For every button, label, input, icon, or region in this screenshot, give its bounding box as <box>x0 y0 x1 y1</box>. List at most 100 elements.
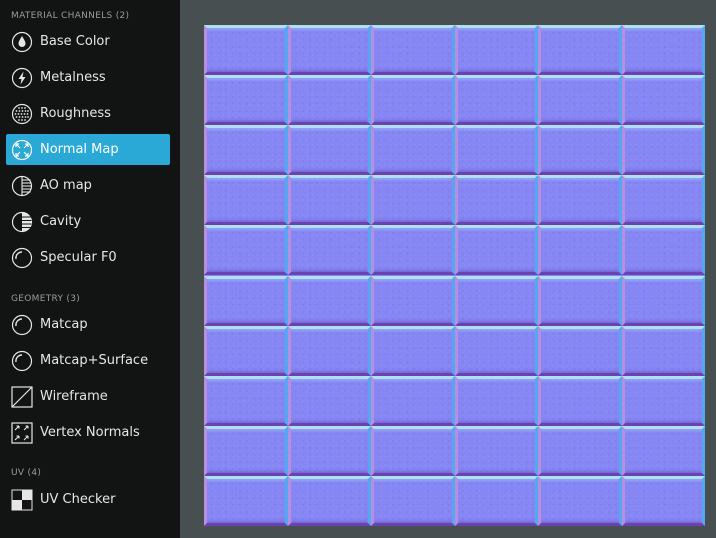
texture-tile <box>454 275 538 326</box>
texture-tile <box>371 175 455 226</box>
sidebar-item-label: Cavity <box>40 214 82 229</box>
sidebar-item-label: Base Color <box>40 34 110 49</box>
texture-tile <box>371 225 455 276</box>
texture-tile <box>287 225 371 276</box>
texture-tile <box>204 325 288 376</box>
texture-tile <box>287 475 371 526</box>
sidebar-item-label: Vertex Normals <box>40 425 140 440</box>
ao-sphere-icon <box>10 174 34 198</box>
texture-tile <box>538 425 622 476</box>
texture-tile <box>371 125 455 176</box>
texture-tile <box>621 75 705 126</box>
texture-tile <box>621 25 705 76</box>
texture-tile <box>454 325 538 376</box>
texture-tile <box>621 125 705 176</box>
sidebar-item-specular-f0[interactable]: Specular F0 <box>6 242 170 273</box>
texture-tile <box>454 225 538 276</box>
texture-tile <box>204 275 288 326</box>
sidebar-item-label: Wireframe <box>40 389 108 404</box>
texture-tile <box>204 475 288 526</box>
texture-tile <box>454 425 538 476</box>
texture-tile <box>371 275 455 326</box>
texture-tile <box>454 175 538 226</box>
cavity-sphere-icon <box>10 210 34 234</box>
matcap-sphere-icon <box>10 313 34 337</box>
texture-tile <box>454 125 538 176</box>
sidebar-item-label: Specular F0 <box>40 250 117 265</box>
texture-tile <box>538 375 622 426</box>
texture-tile <box>204 175 288 226</box>
sidebar-item-label: Roughness <box>40 106 111 121</box>
texture-tile <box>621 425 705 476</box>
vertex-normals-icon <box>10 421 34 445</box>
sidebar: MATERIAL CHANNELS (2) Base Color Metalne… <box>0 0 180 538</box>
sidebar-item-label: Normal Map <box>40 142 119 157</box>
texture-tile <box>621 175 705 226</box>
texture-tile <box>287 175 371 226</box>
texture-tile <box>454 375 538 426</box>
texture-tile <box>538 225 622 276</box>
dots-sphere-icon <box>10 102 34 126</box>
sidebar-item-uv-checker[interactable]: UV Checker <box>6 484 170 515</box>
texture-tile <box>287 75 371 126</box>
texture-tile <box>454 475 538 526</box>
specular-sphere-icon <box>10 246 34 270</box>
wireframe-icon <box>10 385 34 409</box>
texture-tile <box>371 375 455 426</box>
texture-tile <box>538 125 622 176</box>
sidebar-item-label: Matcap <box>40 317 88 332</box>
texture-tile <box>454 75 538 126</box>
texture-tile <box>371 25 455 76</box>
section-title-geometry: GEOMETRY (3) <box>11 294 81 304</box>
sidebar-item-roughness[interactable]: Roughness <box>6 98 170 129</box>
drop-icon <box>10 30 34 54</box>
texture-tile <box>621 275 705 326</box>
section-title-uv: UV (4) <box>11 468 42 478</box>
normal-map-icon <box>10 138 34 162</box>
texture-tile <box>287 325 371 376</box>
texture-tile <box>204 375 288 426</box>
texture-tile <box>538 475 622 526</box>
sidebar-item-label: Matcap+Surface <box>40 353 149 368</box>
sidebar-item-matcap[interactable]: Matcap <box>6 309 170 340</box>
sidebar-item-cavity[interactable]: Cavity <box>6 206 170 237</box>
texture-tile <box>287 25 371 76</box>
texture-tile <box>538 25 622 76</box>
sidebar-item-base-color[interactable]: Base Color <box>6 26 170 57</box>
texture-tile <box>204 75 288 126</box>
checker-icon <box>10 488 34 512</box>
texture-viewport[interactable] <box>180 0 716 538</box>
sidebar-item-matcap-surface[interactable]: Matcap+Surface <box>6 345 170 376</box>
texture-tile <box>621 225 705 276</box>
texture-tile <box>538 75 622 126</box>
section-title-material-channels: MATERIAL CHANNELS (2) <box>11 11 130 21</box>
sidebar-item-label: Metalness <box>40 70 106 85</box>
sidebar-item-metalness[interactable]: Metalness <box>6 62 170 93</box>
texture-tile <box>287 125 371 176</box>
sidebar-item-label: UV Checker <box>40 492 116 507</box>
texture-tile <box>287 375 371 426</box>
texture-tile <box>538 175 622 226</box>
texture-tile <box>621 375 705 426</box>
texture-tile <box>204 125 288 176</box>
sidebar-item-label: AO map <box>40 178 92 193</box>
sidebar-item-vertex-normals[interactable]: Vertex Normals <box>6 417 170 448</box>
texture-tile <box>204 425 288 476</box>
sidebar-item-wireframe[interactable]: Wireframe <box>6 381 170 412</box>
texture-tile <box>371 325 455 376</box>
texture-tile <box>204 225 288 276</box>
sidebar-item-ao-map[interactable]: AO map <box>6 170 170 201</box>
texture-tile <box>454 25 538 76</box>
texture-tile <box>371 425 455 476</box>
normal-map-texture <box>204 25 705 526</box>
texture-tile <box>371 75 455 126</box>
texture-tile <box>371 475 455 526</box>
texture-tile <box>621 325 705 376</box>
texture-tile <box>287 425 371 476</box>
texture-tile <box>621 475 705 526</box>
texture-tile <box>538 325 622 376</box>
sidebar-item-normal-map[interactable]: Normal Map <box>6 134 170 165</box>
texture-tile <box>287 275 371 326</box>
texture-tile <box>538 275 622 326</box>
matcap-surface-icon <box>10 349 34 373</box>
